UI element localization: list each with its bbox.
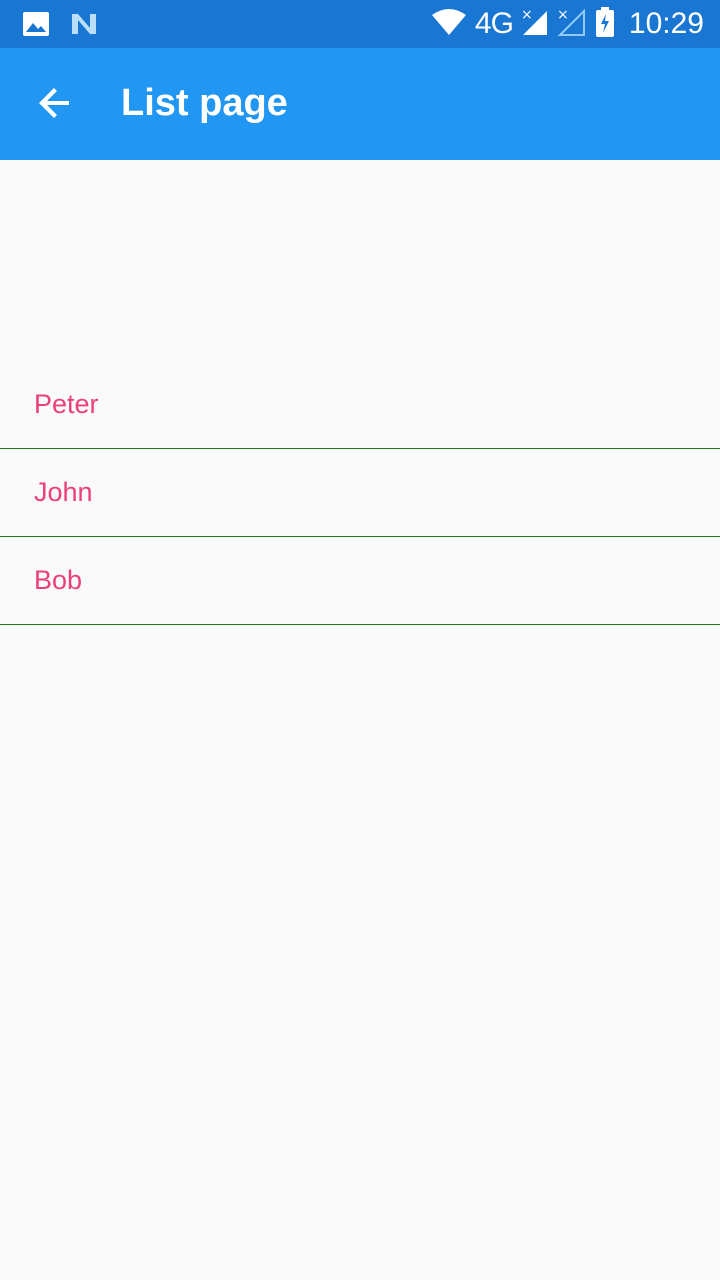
status-bar: 4G × × 10:29 [0, 0, 720, 48]
network-type: 4G [474, 7, 514, 40]
name-list: Peter John Bob [0, 360, 720, 625]
clock: 10:29 [628, 7, 704, 40]
signal-icon: × [521, 7, 549, 42]
list-item-john[interactable]: John [0, 449, 720, 537]
image-icon [22, 10, 50, 43]
page-title: List page [121, 82, 288, 124]
list-item-label: Bob [34, 565, 83, 595]
signal-off-icon: × [557, 7, 587, 42]
n-icon [70, 10, 98, 43]
svg-text:×: × [521, 7, 533, 23]
svg-text:×: × [557, 7, 569, 23]
app-bar: List page [0, 48, 720, 160]
back-arrow-icon [37, 85, 73, 126]
battery-charging-icon [595, 6, 615, 42]
wifi-icon [431, 7, 467, 42]
list-item-label: Peter [34, 388, 99, 419]
back-button[interactable] [34, 84, 76, 126]
list-item-bob[interactable]: Bob [0, 537, 720, 625]
status-bar-left [22, 10, 98, 43]
list-item-label: John [34, 477, 93, 507]
list-item-peter[interactable]: Peter [0, 360, 720, 449]
status-bar-right: 4G × × 10:29 [431, 0, 704, 48]
